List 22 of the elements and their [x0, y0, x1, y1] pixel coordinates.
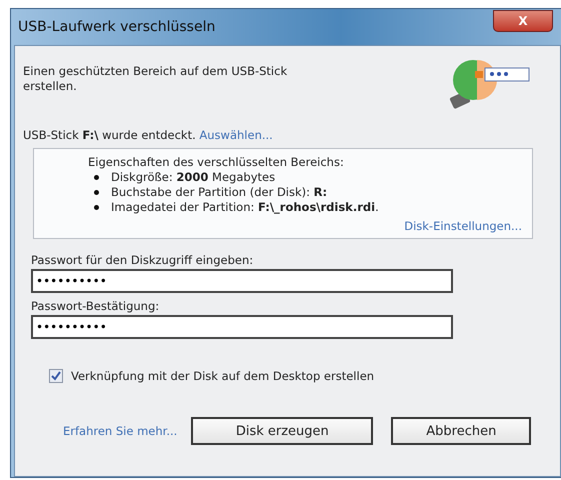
- create-disk-button[interactable]: Disk erzeugen: [191, 417, 374, 445]
- shortcut-checkbox[interactable]: [49, 369, 63, 383]
- close-button[interactable]: X: [493, 10, 553, 32]
- property-text: Diskgröße: 2000 Megabytes: [111, 170, 276, 185]
- bullet-icon: [94, 205, 99, 210]
- intro-text: Einen geschützten Bereich auf dem USB-Stick erstellen.: [23, 64, 288, 95]
- shortcut-label: Verknüpfung mit der Disk auf dem Desktop erstellen: [71, 369, 374, 383]
- property-text: Imagedatei der Partition: F:\_rohos\rdisk.rdi.: [111, 200, 379, 215]
- property-text: Buchstabe der Partition (der Disk): R:: [111, 185, 328, 200]
- detected-text: USB-Stick F:\ wurde entdeckt. Auswählen...: [23, 128, 274, 142]
- confirm-field[interactable]: ••••••••••: [31, 315, 453, 339]
- disk-settings-link[interactable]: Disk-Einstellungen...: [404, 219, 522, 233]
- bullet-icon: [94, 175, 99, 180]
- password-field[interactable]: ••••••••••: [31, 269, 453, 293]
- bullet-icon: [94, 190, 99, 195]
- cancel-button[interactable]: Abbrechen: [391, 417, 532, 445]
- select-link[interactable]: Auswählen...: [199, 128, 273, 142]
- confirm-label: Passwort-Bestätigung:: [31, 299, 160, 313]
- window-title: USB-Laufwerk verschlüsseln: [17, 19, 216, 35]
- properties-title: Eigenschaften des verschlüsselten Bereichs:: [88, 155, 345, 170]
- password-label: Passwort für den Diskzugriff eingeben:: [31, 253, 254, 267]
- learn-more-link[interactable]: Erfahren Sie mehr...: [63, 424, 178, 438]
